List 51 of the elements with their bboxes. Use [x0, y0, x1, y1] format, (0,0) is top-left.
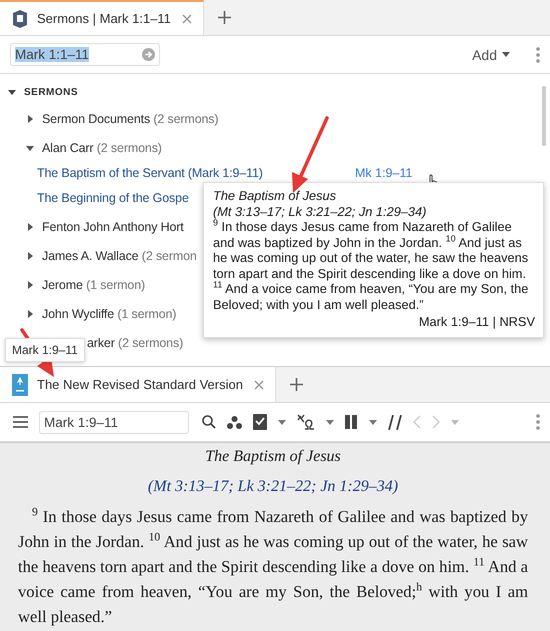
section-heading: SERMONS [24, 86, 78, 98]
reference-link[interactable]: Mk 1:9–11 [355, 166, 412, 180]
interlinear-icon[interactable] [297, 414, 315, 430]
parallel-icon[interactable] [388, 414, 402, 430]
close-icon[interactable] [254, 380, 264, 390]
popup-title: The Baptism of Jesus [213, 188, 338, 204]
reference-field[interactable]: Mark 1:1–11 [10, 43, 160, 66]
three-dots-icon[interactable] [227, 416, 242, 428]
caret-icon[interactable] [326, 420, 334, 424]
caret-icon[interactable] [26, 252, 34, 260]
tab[interactable]: The New Revised Standard Version [0, 367, 276, 402]
sermon-link[interactable]: The Beginning of the Gospe [37, 190, 189, 204]
caret-icon[interactable] [26, 310, 34, 318]
caret-icon[interactable] [26, 280, 34, 288]
caret-icon[interactable] [369, 420, 377, 424]
search-icon[interactable] [202, 415, 216, 429]
columns-icon[interactable] [345, 415, 358, 429]
add-tab-icon[interactable] [290, 378, 303, 391]
scrollbar[interactable] [542, 86, 546, 146]
more-icon[interactable] [536, 414, 540, 430]
tree-item[interactable]: John Wycliffe (1 sermon) [42, 306, 176, 320]
tree-item[interactable]: arker (2 sermons) [87, 336, 184, 350]
tree-item[interactable]: Sermon Documents (2 sermons) [42, 112, 218, 126]
reference-field[interactable]: Mark 1:9–11 [39, 410, 189, 434]
book-icon [12, 374, 28, 396]
close-icon[interactable] [182, 14, 192, 24]
caret-icon[interactable] [26, 222, 34, 230]
menu-icon[interactable] [13, 416, 28, 428]
parallel-references[interactable]: (Mt 3:13–17; Lk 3:21–22; Jn 1:29–34) [18, 474, 528, 504]
add-tab-icon[interactable] [218, 11, 231, 24]
tree-item[interactable]: James A. Wallace (2 sermon [42, 248, 197, 262]
checklist-icon[interactable] [253, 414, 267, 430]
sermon-link[interactable]: The Baptism of the Servant (Mark 1:9–11) [37, 166, 263, 180]
tree-item[interactable]: Alan Carr (2 sermons) [42, 140, 162, 154]
add-button[interactable]: Add [468, 44, 514, 64]
popup-source: Mark 1:9–11 | NRSV [418, 314, 535, 330]
tree-item[interactable]: Fenton John Anthony Hort [42, 220, 184, 234]
caret-icon[interactable] [278, 420, 286, 424]
shield-icon [12, 10, 28, 28]
tab[interactable]: Sermons | Mark 1:1–11 [0, 0, 204, 35]
caret-icon[interactable] [8, 88, 16, 96]
tooltip: Mark 1:9–11 [5, 338, 85, 362]
caret-icon [502, 52, 510, 57]
caret-icon[interactable] [26, 144, 34, 152]
popup-text: $^{9}$ In those days Jesus came from Nazareth of Galilee and was baptized by John in the Jordan. $^{10}$ And just as he was coming up out of the water, he saw the heavens torn apart and the Spirit descending like a dove on him. $^{11}$ And a voice came from heaven, “You are my Son, the Beloved; with you I am well pleased.” [213, 219, 530, 312]
popup-parallels: (Mt 3:13–17; Lk 3:21–22; Jn 1:29–34) [213, 204, 428, 219]
tree-item[interactable]: Jerome (1 sermon) [42, 278, 146, 292]
passage-text: $^{9}$ In those days Jesus came from Nazareth of Galilee and was baptized by John in the Jordan. $^{10}$ And just as he was coming up out of the water, he saw the heavens torn apart and the Spirit descending like a dove on him. $^{11}$ And a voice came from heaven, “You are my Son, the Beloved;$^{h}$ with you I am well pleased.” [18, 504, 528, 628]
caret-icon[interactable] [26, 114, 34, 122]
more-icon[interactable] [536, 46, 540, 62]
passage-heading: The Baptism of Jesus [204, 447, 342, 467]
